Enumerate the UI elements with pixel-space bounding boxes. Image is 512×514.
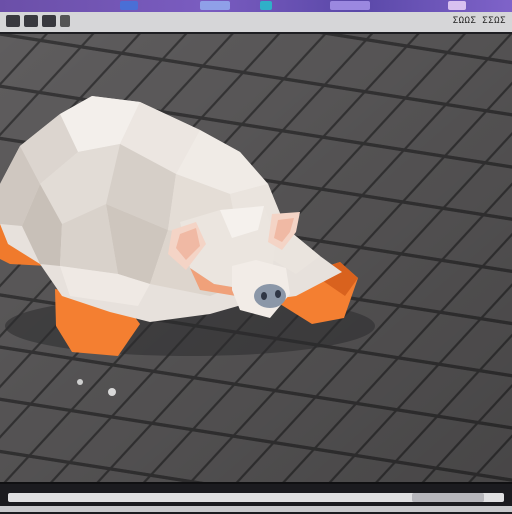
origin-gizmo[interactable]	[108, 388, 116, 396]
app-icon[interactable]	[120, 1, 138, 10]
nostril-right	[275, 290, 281, 298]
toolbar-readout: ΣΩΩΣ ΣΣΩΣ	[452, 16, 506, 26]
title-bar	[0, 0, 512, 12]
timeline-scrubber[interactable]	[412, 493, 484, 502]
origin-gizmo[interactable]	[77, 379, 83, 385]
nostril-left	[261, 292, 267, 300]
viewport-toolbar: ΣΩΩΣ ΣΣΩΣ	[0, 12, 512, 34]
tab-indicator[interactable]	[200, 1, 230, 10]
menu-strip[interactable]	[330, 1, 370, 10]
status-icon	[260, 1, 272, 10]
timeline-track[interactable]	[8, 493, 504, 502]
window-controls[interactable]	[448, 1, 466, 10]
move-tool-button[interactable]	[6, 15, 20, 27]
status-bar	[0, 506, 512, 512]
3d-viewport[interactable]	[0, 34, 512, 482]
view-tool-button[interactable]	[60, 15, 70, 27]
scale-tool-button[interactable]	[42, 15, 56, 27]
nose	[254, 284, 286, 308]
scene-canvas[interactable]	[0, 34, 512, 482]
rotate-tool-button[interactable]	[24, 15, 38, 27]
